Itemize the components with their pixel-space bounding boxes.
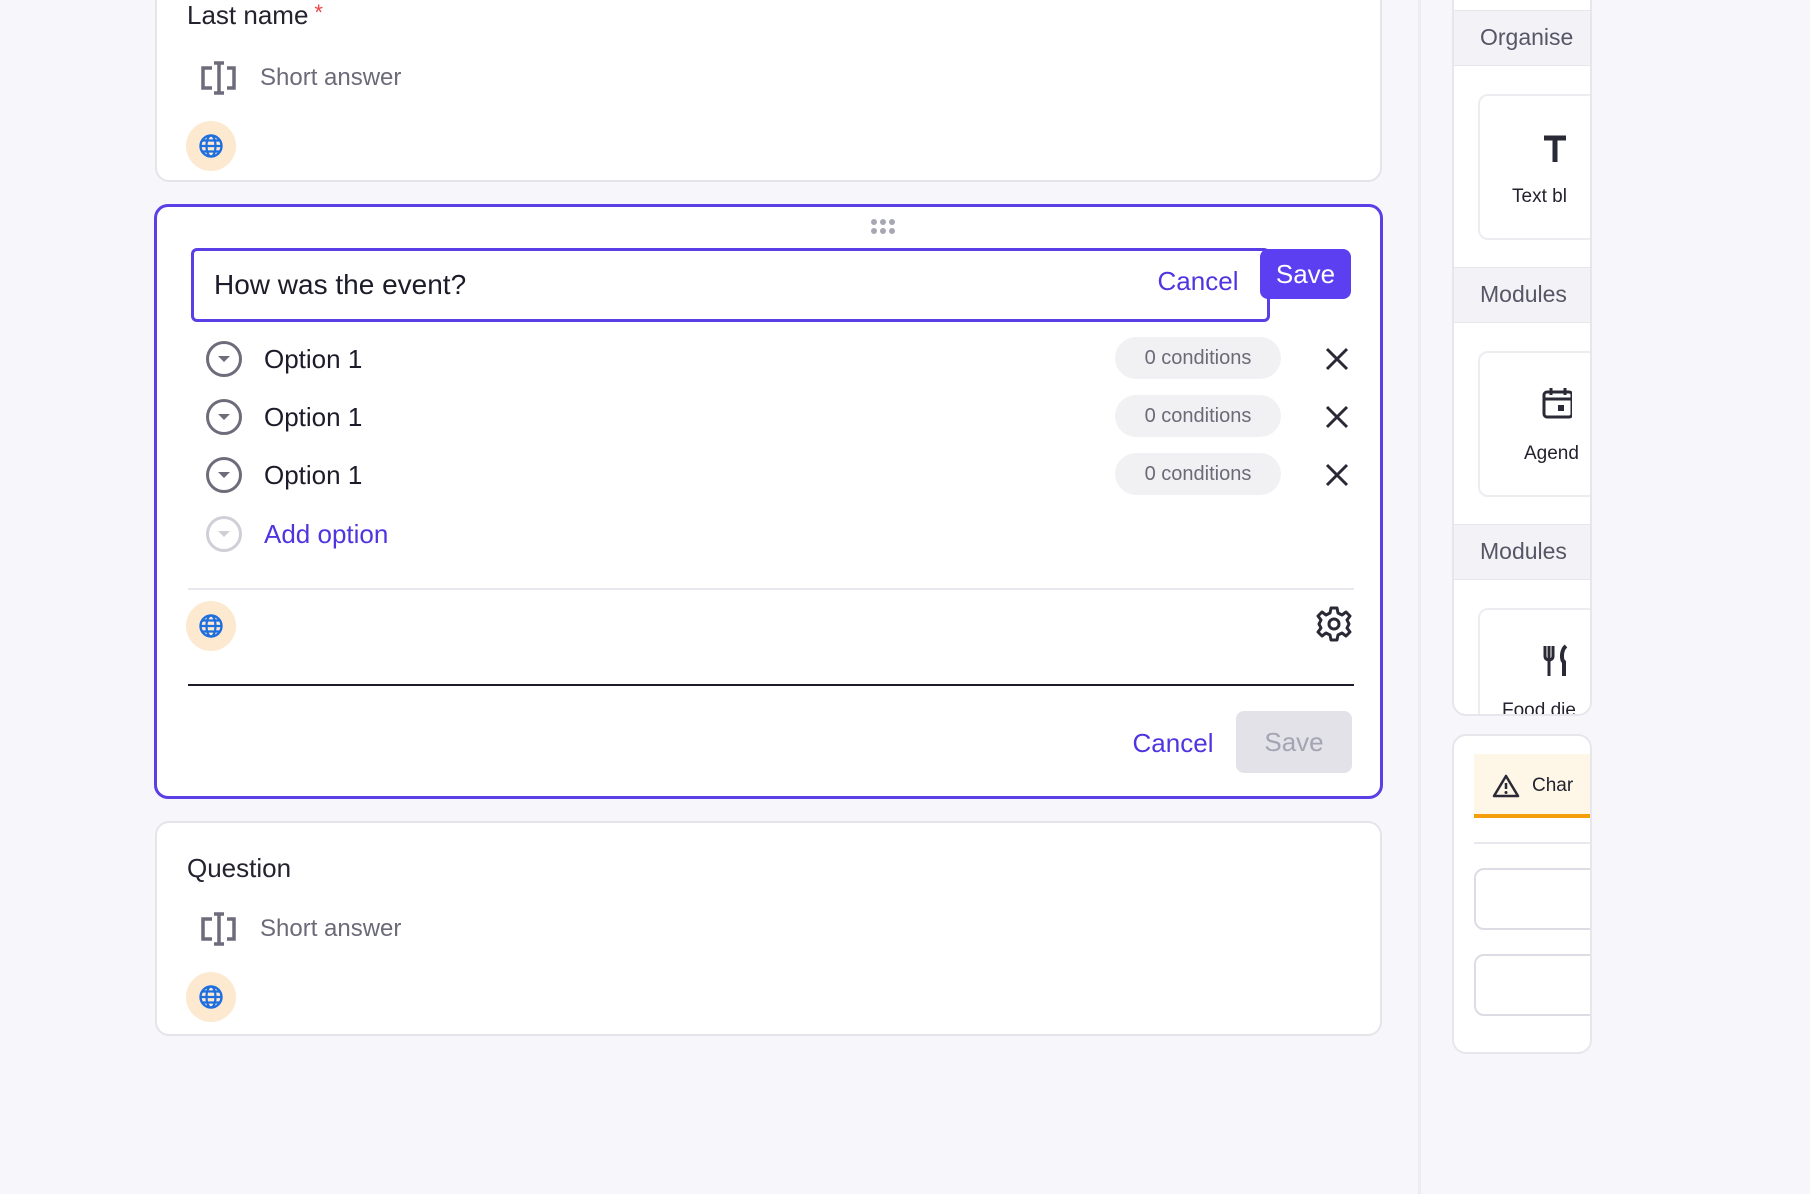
module-label: Agend xyxy=(1524,443,1579,464)
divider xyxy=(1474,842,1590,844)
dropdown-option-icon xyxy=(206,399,242,435)
side-input-field[interactable] xyxy=(1474,868,1590,930)
option-row: Option 1 0 conditions xyxy=(157,391,1380,443)
text-block-icon xyxy=(1544,135,1566,162)
gear-icon[interactable] xyxy=(1315,605,1353,643)
globe-icon xyxy=(199,985,223,1009)
question-label: Question xyxy=(187,853,292,883)
conditions-badge[interactable]: 0 conditions xyxy=(1115,395,1281,437)
close-icon xyxy=(1325,347,1349,371)
globe-icon xyxy=(199,134,223,158)
dropdown-option-icon xyxy=(206,341,242,377)
add-option-link[interactable]: Add option xyxy=(264,519,388,550)
save-button-bottom[interactable]: Save xyxy=(1236,711,1352,773)
dropdown-option-icon xyxy=(206,516,242,552)
remove-option-button[interactable] xyxy=(1317,339,1357,379)
short-answer-icon xyxy=(201,912,236,946)
section-title: Organise xyxy=(1480,24,1574,50)
globe-icon xyxy=(199,614,223,638)
translate-button[interactable] xyxy=(186,972,236,1022)
cancel-button-bottom[interactable]: Cancel xyxy=(1128,721,1218,765)
save-button-top[interactable]: Save xyxy=(1260,249,1351,299)
section-title: Modules xyxy=(1480,281,1567,307)
divider xyxy=(188,588,1354,590)
module-label: Text bl xyxy=(1512,186,1567,207)
side-input-field[interactable] xyxy=(1474,954,1590,1016)
module-label: Food die xyxy=(1502,700,1576,716)
section-title: Modules xyxy=(1480,538,1567,564)
translate-button[interactable] xyxy=(186,121,236,171)
short-answer-text: Short answer xyxy=(260,64,402,91)
question-editor-card[interactable]: Cancel Save Option 1 0 conditions Option… xyxy=(154,204,1383,799)
conditions-badge[interactable]: 0 conditions xyxy=(1115,453,1281,495)
warning-banner: Char xyxy=(1474,754,1590,818)
divider xyxy=(188,684,1354,686)
module-tile-agenda[interactable]: Agend xyxy=(1478,351,1590,497)
section-header: Modules xyxy=(1454,524,1590,580)
changes-panel: Char xyxy=(1452,734,1592,1054)
modules-panel: Organise Text bl Modules Agend Modules F… xyxy=(1452,0,1592,716)
close-icon xyxy=(1325,463,1349,487)
last-name-card[interactable]: Last name * Short answer xyxy=(155,0,1382,182)
remove-option-button[interactable] xyxy=(1317,455,1357,495)
option-label[interactable]: Option 1 xyxy=(264,460,362,491)
question-title-input[interactable] xyxy=(191,248,1270,322)
translate-button[interactable] xyxy=(186,601,236,651)
module-tile-food-diet[interactable]: Food die xyxy=(1478,608,1590,716)
calendar-icon xyxy=(1542,388,1572,419)
option-row: Option 1 0 conditions xyxy=(157,333,1380,385)
conditions-badge[interactable]: 0 conditions xyxy=(1115,337,1281,379)
short-answer-icon xyxy=(201,61,236,95)
sidebar-separator xyxy=(1418,0,1421,1194)
last-name-label: Last name * xyxy=(187,0,323,31)
cancel-button-top[interactable]: Cancel xyxy=(1153,259,1243,303)
module-tile-text-block[interactable]: Text bl xyxy=(1478,94,1590,240)
last-name-label-text: Last name xyxy=(187,0,309,30)
option-label[interactable]: Option 1 xyxy=(264,402,362,433)
warning-icon xyxy=(1492,774,1520,798)
required-asterisk: * xyxy=(314,0,323,25)
section-header: Modules xyxy=(1454,267,1590,323)
option-label[interactable]: Option 1 xyxy=(264,344,362,375)
dropdown-option-icon xyxy=(206,457,242,493)
section-header: Organise xyxy=(1454,10,1590,66)
close-icon xyxy=(1325,405,1349,429)
option-row: Option 1 0 conditions xyxy=(157,449,1380,501)
short-answer-text: Short answer xyxy=(260,915,402,942)
add-option-row[interactable]: Add option xyxy=(157,508,1380,560)
warning-text: Char xyxy=(1532,775,1574,796)
drag-handle-icon[interactable] xyxy=(869,217,903,237)
fork-knife-icon xyxy=(1543,644,1568,676)
remove-option-button[interactable] xyxy=(1317,397,1357,437)
question-card[interactable]: Question Short answer xyxy=(155,821,1382,1036)
